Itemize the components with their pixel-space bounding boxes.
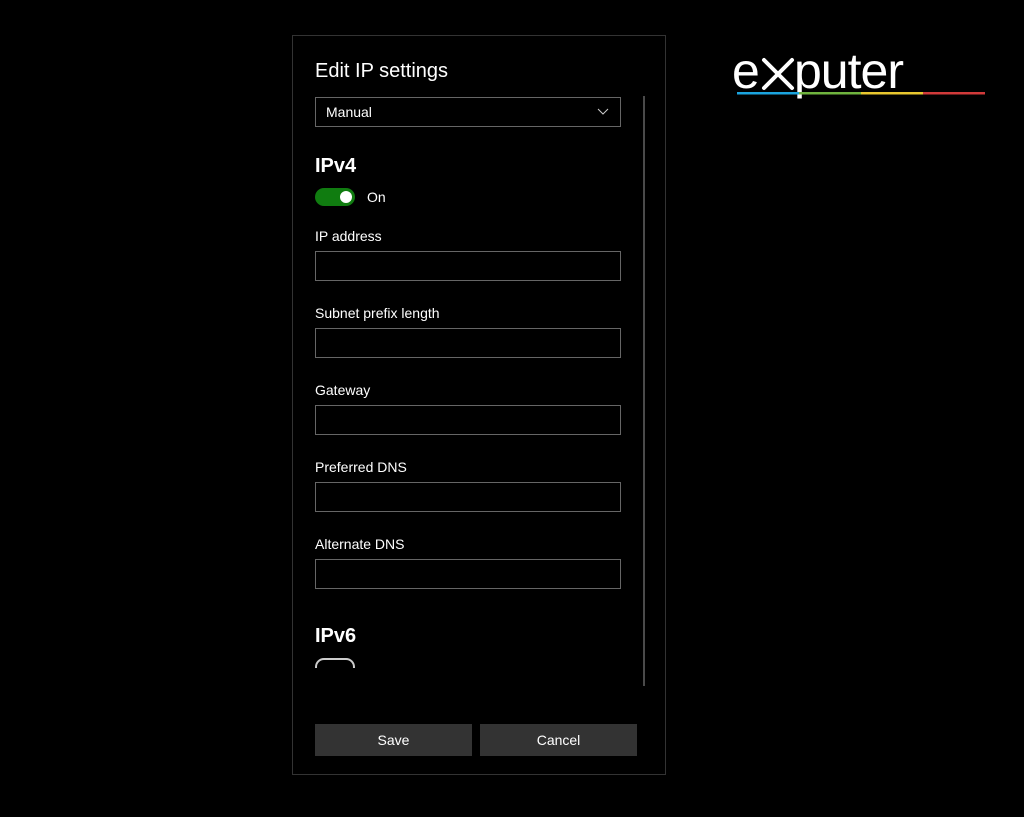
dialog-content: Edit IP settings Manual IPv4 On IP addre… (315, 60, 643, 700)
ip-mode-value: Manual (326, 104, 372, 120)
scrollbar[interactable] (643, 96, 645, 686)
ipv4-toggle-label: On (367, 189, 386, 205)
ip-mode-select[interactable]: Manual (315, 97, 621, 127)
ipv6-section: IPv6 (315, 625, 643, 668)
ipv6-toggle-row (315, 658, 643, 668)
subnet-label: Subnet prefix length (315, 305, 643, 321)
chevron-down-icon (596, 105, 610, 119)
dialog-title: Edit IP settings (315, 60, 643, 83)
ipv6-toggle[interactable] (315, 658, 355, 668)
ipv4-toggle-row: On (315, 188, 643, 206)
ip-address-input[interactable] (315, 251, 621, 281)
ipv6-heading: IPv6 (315, 625, 643, 648)
dialog-buttons: Save Cancel (315, 724, 637, 756)
ip-address-group: IP address (315, 228, 643, 281)
svg-text:e: e (732, 46, 759, 99)
subnet-input[interactable] (315, 328, 621, 358)
svg-text:puter: puter (794, 46, 903, 99)
subnet-group: Subnet prefix length (315, 305, 643, 358)
cancel-button[interactable]: Cancel (480, 724, 637, 756)
gateway-group: Gateway (315, 382, 643, 435)
gateway-input[interactable] (315, 405, 621, 435)
ipv4-heading: IPv4 (315, 155, 643, 178)
alternate-dns-group: Alternate DNS (315, 536, 643, 589)
preferred-dns-label: Preferred DNS (315, 459, 643, 475)
toggle-knob (340, 191, 352, 203)
watermark-logo: e puter (732, 46, 992, 107)
alternate-dns-label: Alternate DNS (315, 536, 643, 552)
alternate-dns-input[interactable] (315, 559, 621, 589)
ip-address-label: IP address (315, 228, 643, 244)
edit-ip-settings-dialog: Edit IP settings Manual IPv4 On IP addre… (292, 35, 666, 775)
save-button[interactable]: Save (315, 724, 472, 756)
gateway-label: Gateway (315, 382, 643, 398)
preferred-dns-input[interactable] (315, 482, 621, 512)
preferred-dns-group: Preferred DNS (315, 459, 643, 512)
ipv4-toggle[interactable] (315, 188, 355, 206)
